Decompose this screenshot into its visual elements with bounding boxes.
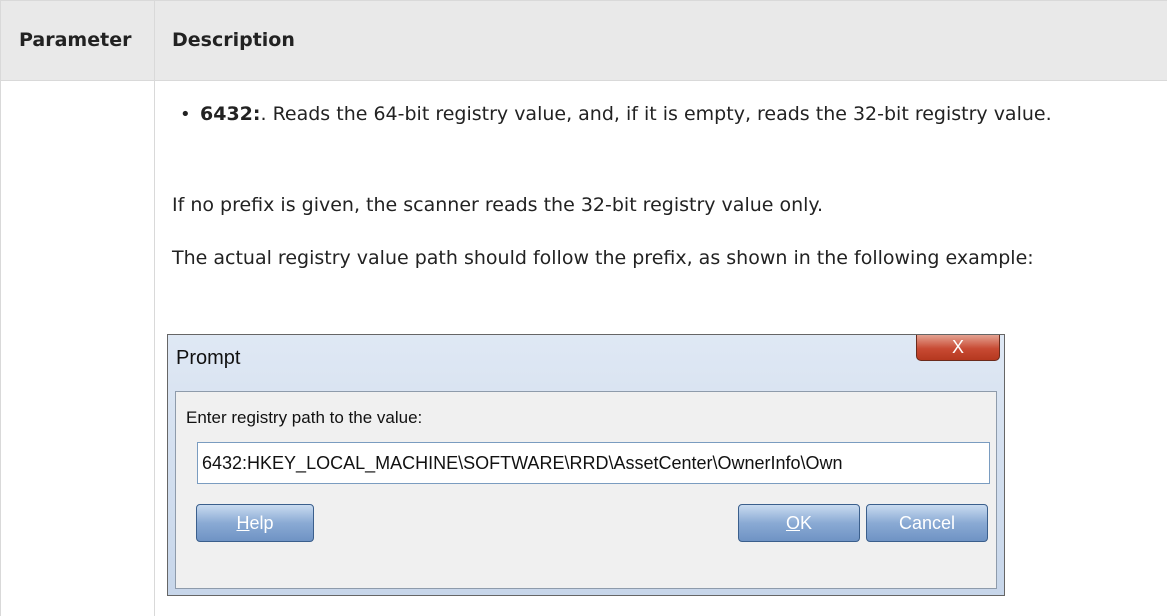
bullet-marker: • (180, 104, 191, 125)
table-top-border (0, 0, 1167, 1)
bullet-term: 6432: (200, 103, 261, 125)
help-button[interactable]: Help (196, 504, 314, 542)
close-icon[interactable]: X (916, 335, 1000, 361)
bullet-item-6432: 6432:. Reads the 64-bit registry value, … (200, 97, 1150, 131)
table-header-divider (0, 80, 1167, 81)
registry-path-input[interactable]: 6432:HKEY_LOCAL_MACHINE\SOFTWARE\RRD\Ass… (197, 442, 990, 484)
dialog-body: Enter registry path to the value: 6432:H… (175, 391, 997, 589)
paragraph-no-prefix: If no prefix is given, the scanner reads… (172, 194, 824, 216)
header-parameter: Parameter (19, 29, 132, 51)
ok-mnemonic: O (785, 513, 800, 533)
cancel-button[interactable]: Cancel (866, 504, 988, 542)
registry-path-label: Enter registry path to the value: (186, 408, 423, 427)
ok-label-rest: K (800, 513, 813, 533)
help-mnemonic: H (236, 513, 250, 533)
ok-button[interactable]: OK (738, 504, 860, 542)
header-description: Description (172, 29, 295, 51)
table-left-border (0, 0, 1, 616)
table-column-divider (154, 0, 155, 616)
help-label-rest: elp (249, 513, 274, 533)
table-header-row: Parameter Description (0, 0, 1167, 80)
parameter-table: Parameter Description • 6432:. Reads the… (0, 0, 1167, 616)
paragraph-example-intro: The actual registry value path should fo… (172, 247, 1034, 269)
bullet-description: . Reads the 64-bit registry value, and, … (260, 103, 1052, 125)
prompt-dialog-screenshot: Prompt X Enter registry path to the valu… (167, 334, 1005, 596)
dialog-title: Prompt (176, 347, 241, 369)
